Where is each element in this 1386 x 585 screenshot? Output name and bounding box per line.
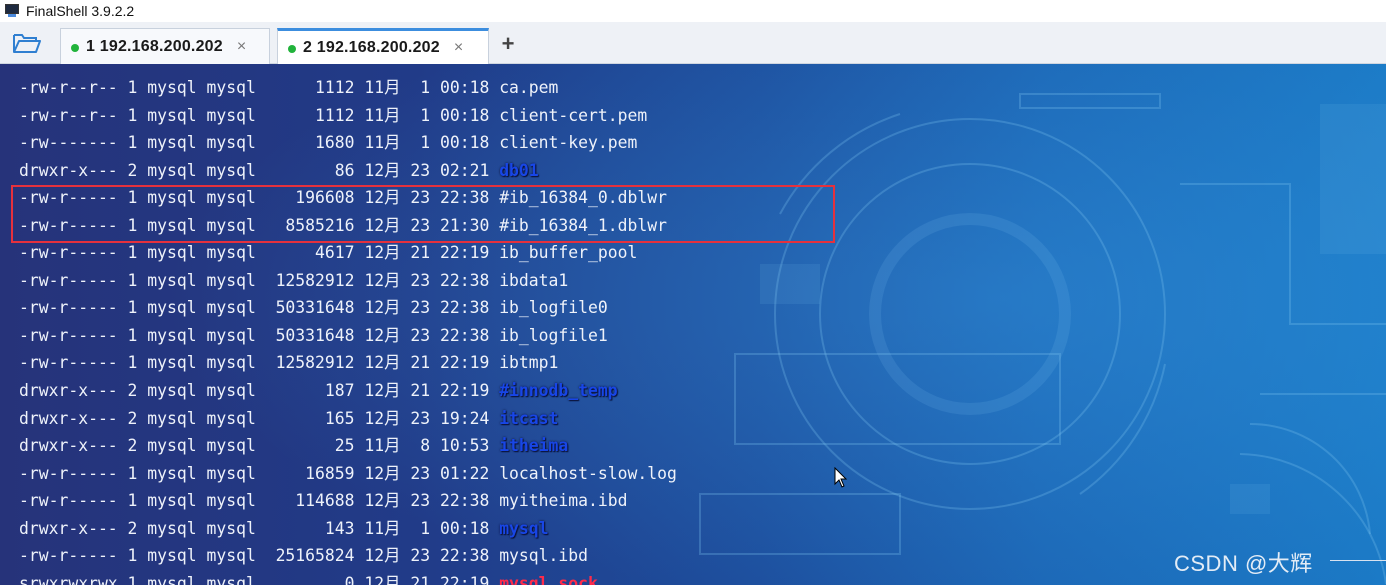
highlight-box — [11, 185, 835, 243]
file-attributes: -rw-r--r-- 1 mysql mysql 1112 11月 1 00:1… — [19, 105, 500, 125]
file-name: client-cert.pem — [499, 105, 648, 125]
folder-open-icon — [13, 34, 41, 53]
file-name: db01 — [499, 160, 539, 180]
window-title: FinalShell 3.9.2.2 — [26, 3, 135, 19]
terminal-line: -rw-r----- 1 mysql mysql 12582912 12月 21… — [19, 349, 677, 377]
file-attributes: -rw-r----- 1 mysql mysql 25165824 12月 23… — [19, 546, 500, 566]
close-tab-icon[interactable]: × — [237, 38, 246, 56]
file-attributes: -rw-r----- 1 mysql mysql 4617 12月 21 22:… — [19, 243, 500, 263]
file-name: ca.pem — [499, 78, 559, 97]
mouse-pointer-icon — [834, 467, 848, 488]
file-name: localhost-slow.log — [499, 463, 677, 483]
file-name: itheima — [499, 436, 569, 456]
terminal-line: -rw-r----- 1 mysql mysql 50331648 12月 23… — [19, 294, 677, 322]
file-name: ib_logfile0 — [499, 298, 608, 318]
watermark: CSDN @大辉 — [1174, 551, 1313, 576]
tab-session-2[interactable]: 2 192.168.200.202 × — [277, 28, 489, 64]
tab-label: 1 192.168.200.202 — [86, 37, 223, 55]
file-attributes: drwxr-x--- 2 mysql mysql 143 11月 1 00:18 — [19, 518, 500, 538]
finalshell-app-icon — [4, 4, 20, 18]
terminal-line: drwxr-x--- 2 mysql mysql 187 12月 21 22:1… — [19, 377, 677, 405]
terminal-line: -rw-r----- 1 mysql mysql 50331648 12月 23… — [19, 322, 677, 350]
file-attributes: -rw-r--r-- 1 mysql mysql 1112 11月 1 00:1… — [19, 78, 500, 97]
terminal-line: srwxrwxrwx 1 mysql mysql 0 12月 21 22:19 … — [19, 570, 677, 585]
terminal-line: drwxr-x--- 2 mysql mysql 143 11月 1 00:18… — [19, 515, 677, 543]
watermark-underline — [1330, 560, 1386, 561]
file-name: ibtmp1 — [499, 353, 559, 373]
tab-session-1[interactable]: 1 192.168.200.202 × — [60, 28, 270, 64]
file-attributes: srwxrwxrwx 1 mysql mysql 0 12月 21 22:19 — [19, 573, 500, 585]
file-attributes: drwxr-x--- 2 mysql mysql 165 12月 23 19:2… — [19, 408, 500, 428]
connected-status-icon — [71, 44, 79, 52]
close-tab-icon[interactable]: × — [454, 39, 463, 57]
file-name: myitheima.ibd — [499, 491, 628, 511]
file-attributes: -rw-r----- 1 mysql mysql 50331648 12月 23… — [19, 325, 500, 345]
terminal-line: drwxr-x--- 2 mysql mysql 165 12月 23 19:2… — [19, 405, 677, 433]
file-attributes: -rw-r----- 1 mysql mysql 12582912 12月 23… — [19, 270, 500, 290]
file-name: ibdata1 — [499, 270, 569, 290]
file-name: mysql.ibd — [499, 546, 588, 566]
terminal-line: -rw-r----- 1 mysql mysql 4617 12月 21 22:… — [19, 239, 677, 267]
file-name: mysql — [499, 518, 549, 538]
file-attributes: -rw-r----- 1 mysql mysql 114688 12月 23 2… — [19, 491, 500, 511]
terminal-line: -rw-r----- 1 mysql mysql 25165824 12月 23… — [19, 542, 677, 570]
file-attributes: -rw-r----- 1 mysql mysql 16859 12月 23 01… — [19, 463, 500, 483]
file-name: mysql.sock — [499, 573, 598, 585]
file-name: itcast — [499, 408, 559, 428]
file-name: #innodb_temp — [499, 381, 618, 401]
terminal-line: -rw-r--r-- 1 mysql mysql 1112 11月 1 00:1… — [19, 74, 677, 102]
terminal-line: drwxr-x--- 2 mysql mysql 25 11月 8 10:53 … — [19, 432, 677, 460]
file-attributes: drwxr-x--- 2 mysql mysql 187 12月 21 22:1… — [19, 381, 500, 401]
file-attributes: drwxr-x--- 2 mysql mysql 25 11月 8 10:53 — [19, 436, 500, 456]
file-attributes: -rw-r----- 1 mysql mysql 50331648 12月 23… — [19, 298, 500, 318]
terminal-line: -rw-r----- 1 mysql mysql 16859 12月 23 01… — [19, 460, 677, 488]
tab-label: 2 192.168.200.202 — [303, 38, 440, 56]
terminal-output[interactable]: -rw-r--r-- 1 mysql mysql 1112 11月 1 00:1… — [0, 64, 1386, 585]
file-listing: -rw-r--r-- 1 mysql mysql 1112 11月 1 00:1… — [19, 74, 677, 585]
terminal-line: -rw-r----- 1 mysql mysql 114688 12月 23 2… — [19, 487, 677, 515]
file-name: ib_buffer_pool — [499, 243, 638, 263]
terminal-line: -rw-r----- 1 mysql mysql 12582912 12月 23… — [19, 267, 677, 295]
add-tab-button[interactable]: + — [496, 31, 520, 56]
title-bar: FinalShell 3.9.2.2 — [0, 0, 1386, 22]
tab-bar: 1 192.168.200.202 × 2 192.168.200.202 × … — [0, 22, 1386, 64]
connected-status-icon — [288, 45, 296, 53]
terminal-line: -rw-r--r-- 1 mysql mysql 1112 11月 1 00:1… — [19, 102, 677, 130]
terminal-line: drwxr-x--- 2 mysql mysql 86 12月 23 02:21… — [19, 157, 677, 185]
file-name: client-key.pem — [499, 133, 638, 153]
file-name: ib_logfile1 — [499, 325, 608, 345]
terminal-line: -rw------- 1 mysql mysql 1680 11月 1 00:1… — [19, 129, 677, 157]
file-attributes: drwxr-x--- 2 mysql mysql 86 12月 23 02:21 — [19, 160, 500, 180]
file-attributes: -rw-r----- 1 mysql mysql 12582912 12月 21… — [19, 353, 500, 373]
open-folder-button[interactable] — [8, 28, 46, 58]
file-attributes: -rw------- 1 mysql mysql 1680 11月 1 00:1… — [19, 133, 500, 153]
